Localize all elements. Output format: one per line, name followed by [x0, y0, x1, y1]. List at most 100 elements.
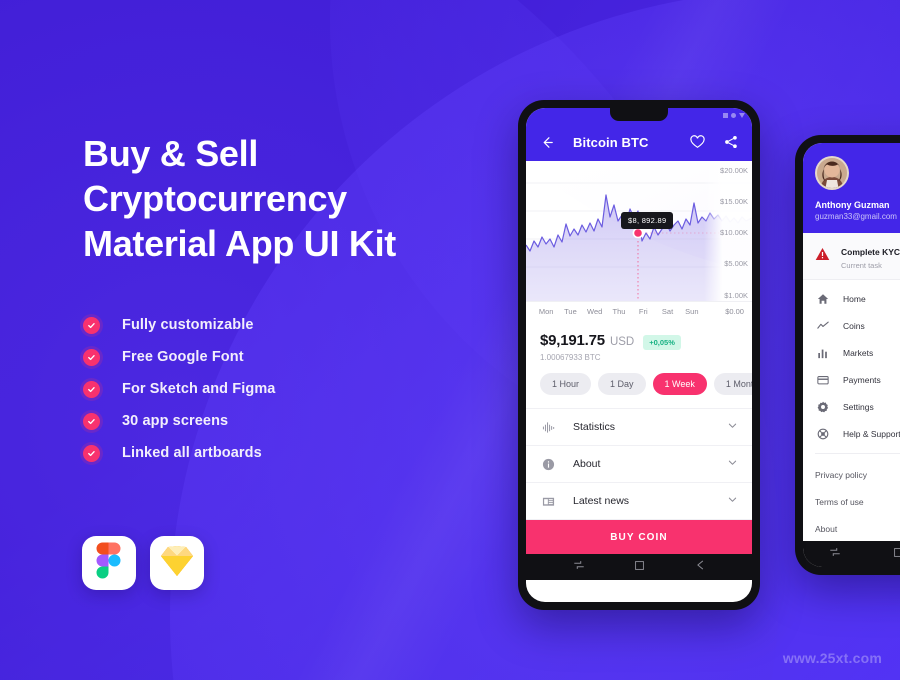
section-row-about[interactable]: About: [526, 446, 752, 483]
signal-icon: [723, 113, 728, 118]
phone-device-main: Bitcoin BTC $8, 892.89 $20.00K $15.00K $…: [518, 100, 760, 610]
kyc-subtitle: Current task: [841, 261, 882, 270]
price-chart: $8, 892.89 $20.00K $15.00K $10.00K $5.00…: [526, 161, 752, 321]
x-axis-tick: Mon: [538, 307, 554, 316]
sidebar-item-help-support[interactable]: Help & Support: [803, 420, 900, 447]
battery-icon: [739, 113, 745, 118]
back-arrow-icon[interactable]: [694, 558, 706, 576]
time-range-selector: 1 Hour 1 Day 1 Week 1 Month 1 Y: [526, 362, 752, 408]
y-axis-tick: $15.00K: [720, 197, 748, 207]
chart-zero-label: $0.00: [725, 307, 744, 316]
page-title: Buy & Sell Cryptocurrency Material App U…: [83, 131, 483, 266]
price-currency: USD: [609, 336, 635, 348]
headline-line-2: Cryptocurrency: [83, 178, 347, 219]
home-square-icon[interactable]: [634, 558, 645, 576]
x-axis-tick: Sat: [661, 307, 674, 316]
chevron-down-icon[interactable]: [727, 418, 738, 436]
x-axis-tick: Fri: [638, 307, 648, 316]
home-square-icon[interactable]: [893, 545, 900, 563]
arrow-left-icon[interactable]: [538, 133, 557, 152]
headline-line-1: Buy & Sell: [83, 133, 259, 174]
kyc-title: Complete KYC: [841, 247, 900, 257]
section-label: Statistics: [573, 421, 616, 433]
gear-icon: [815, 401, 830, 413]
x-axis-tick: Tue: [564, 307, 577, 316]
range-chip-1-week[interactable]: 1 Week: [652, 373, 707, 395]
sidebar-item-about[interactable]: About: [803, 515, 900, 542]
drawer-menu: Home Coins Markets Payments Settings Hel…: [803, 280, 900, 447]
tool-badges: [82, 536, 204, 590]
share-icon[interactable]: [721, 133, 740, 152]
price-row: $9,191.75 USD +0,05%: [540, 332, 738, 350]
buy-coin-button[interactable]: BUY COIN: [526, 520, 752, 554]
lifebuoy-icon: [815, 428, 830, 440]
sketch-logo-badge: [150, 536, 204, 590]
phone-notch: [610, 108, 668, 121]
android-navbar: [526, 554, 752, 580]
watermark: www.25xt.com: [782, 650, 882, 666]
info-icon: [540, 458, 557, 471]
news-icon: [540, 495, 557, 508]
sidebar-item-label: Markets: [843, 347, 874, 358]
profile-name: Anthony Guzman: [815, 200, 890, 210]
sidebar-item-label: Help & Support: [843, 428, 900, 439]
price-summary: $9,191.75 USD +0,05% 1.00067933 BTC: [526, 321, 752, 362]
section-label: Latest news: [573, 495, 630, 507]
sketch-logo: [160, 545, 194, 582]
card-icon: [815, 374, 830, 386]
sidebar-item-privacy-policy[interactable]: Privacy policy: [803, 461, 900, 488]
section-row-latest-news[interactable]: Latest news: [526, 483, 752, 520]
range-chip-1-month[interactable]: 1 Month: [713, 373, 752, 395]
heart-icon[interactable]: [688, 133, 707, 152]
feature-list: Fully customizable Free Google Font For …: [83, 310, 483, 468]
sidebar-item-label: Settings: [843, 401, 874, 412]
feature-label: Fully customizable: [122, 317, 254, 333]
recents-icon[interactable]: [829, 545, 841, 563]
figma-logo: [96, 542, 122, 585]
kyc-task-row[interactable]: Complete KYC Current task: [803, 233, 900, 280]
drawer-profile-header: Anthony Guzman guzman33@gmail.com: [803, 143, 900, 233]
y-axis-tick: $20.00K: [720, 166, 748, 175]
price-subtitle: 1.00067933 BTC: [540, 353, 601, 362]
list-item: Fully customizable: [83, 310, 483, 340]
sidebar-item-markets[interactable]: Markets: [803, 339, 900, 366]
hero-copy: Buy & Sell Cryptocurrency Material App U…: [83, 131, 483, 468]
feature-label: Free Google Font: [122, 349, 244, 365]
sidebar-item-home[interactable]: Home: [803, 285, 900, 312]
kyc-text: Complete KYC Current task: [841, 242, 900, 270]
wifi-icon: [731, 113, 736, 118]
page-title: Bitcoin BTC: [573, 134, 649, 150]
x-axis-tick: Thu: [612, 307, 626, 316]
footer-link-label: Privacy policy: [815, 469, 867, 480]
section-row-statistics[interactable]: Statistics: [526, 409, 752, 446]
phone-device-drawer: Anthony Guzman guzman33@gmail.com Comple…: [795, 135, 900, 575]
sidebar-item-label: Payments: [843, 374, 881, 385]
range-chip-1-hour[interactable]: 1 Hour: [540, 373, 592, 395]
list-item: Free Google Font: [83, 342, 483, 372]
sidebar-item-label: Coins: [843, 320, 865, 331]
check-circle-icon: [83, 412, 100, 430]
chart-tooltip: $8, 892.89: [621, 212, 674, 229]
home-icon: [815, 293, 830, 305]
x-axis-tick: Wed: [587, 307, 603, 316]
chevron-down-icon[interactable]: [727, 455, 738, 473]
chevron-down-icon[interactable]: [727, 492, 738, 510]
footer-link-label: About: [815, 523, 838, 534]
status-badge: +0,05%: [643, 335, 681, 350]
headline-line-3: Material App UI Kit: [83, 223, 396, 264]
app-bar: Bitcoin BTC: [526, 123, 752, 161]
sidebar-item-terms-of-use[interactable]: Terms of use: [803, 488, 900, 515]
sidebar-item-settings[interactable]: Settings: [803, 393, 900, 420]
check-circle-icon: [83, 348, 100, 366]
chart-x-axis: Mon Tue Wed Thu Fri Sat Sun $0.00: [526, 301, 752, 321]
bar-chart-icon: [815, 347, 830, 359]
figma-logo-badge: [82, 536, 136, 590]
sidebar-item-payments[interactable]: Payments: [803, 366, 900, 393]
profile-email: guzman33@gmail.com: [815, 212, 897, 221]
range-chip-1-day[interactable]: 1 Day: [598, 373, 646, 395]
list-item: Linked all artboards: [83, 438, 483, 468]
x-axis-tick: Sun: [685, 307, 699, 316]
sidebar-item-coins[interactable]: Coins: [803, 312, 900, 339]
avatar[interactable]: [815, 156, 849, 190]
recents-icon[interactable]: [573, 558, 585, 576]
